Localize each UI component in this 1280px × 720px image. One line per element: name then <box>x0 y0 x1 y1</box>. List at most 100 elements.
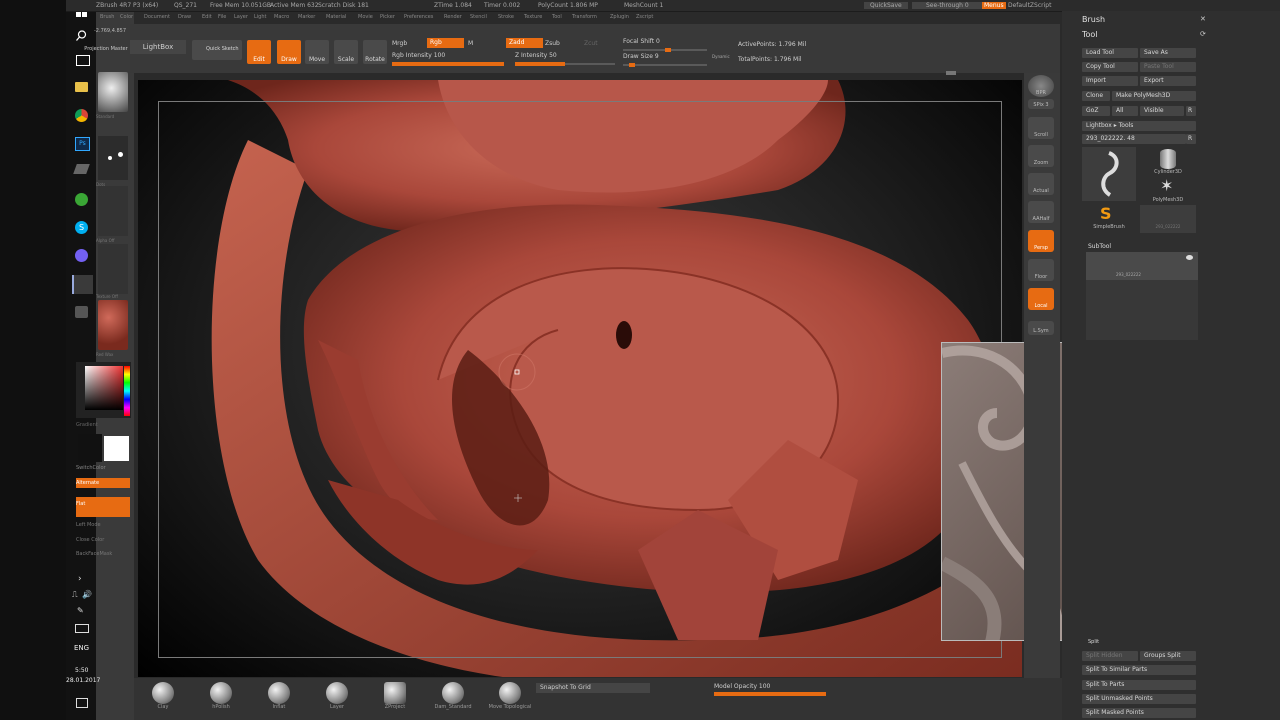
actual-button[interactable]: Actual <box>1028 173 1054 195</box>
visible-button[interactable]: Visible <box>1140 106 1184 116</box>
brush-zproject[interactable]: ZProject <box>374 682 416 710</box>
menu-item-stroke[interactable]: Stroke <box>498 14 514 20</box>
notification-icon[interactable] <box>76 698 88 708</box>
mrgb-button[interactable]: Mrgb <box>392 40 407 47</box>
camera-app-icon[interactable] <box>75 306 88 318</box>
dynamic-button[interactable]: Dynamic <box>712 54 730 59</box>
brush-hpolish[interactable]: hPolish <box>200 682 242 710</box>
bpr-button[interactable]: BPR <box>1028 75 1054 97</box>
menu-item-preferences[interactable]: Preferences <box>404 14 433 20</box>
green-app-icon[interactable] <box>75 193 88 206</box>
menu-item-zplugin[interactable]: Zplugin <box>610 14 629 20</box>
z-intensity-label[interactable]: Z Intensity 50 <box>515 52 557 59</box>
search-icon[interactable] <box>76 30 87 41</box>
main-color-swatch[interactable] <box>78 434 102 462</box>
zsub-button[interactable]: Zsub <box>545 40 560 47</box>
scale-button[interactable]: Scale <box>334 40 358 64</box>
tool-thumb-polymesh[interactable]: ✶ PolyMesh3D <box>1140 177 1196 205</box>
lightbox-button[interactable]: LightBox <box>130 40 186 54</box>
focal-shift-slider[interactable] <box>623 48 707 52</box>
keyboard-icon[interactable] <box>75 624 89 633</box>
clock-time[interactable]: 5:50 <box>75 667 88 674</box>
floor-button[interactable]: Floor <box>1028 259 1054 281</box>
menu-item-document[interactable]: Document <box>144 14 170 20</box>
menu-item-color[interactable]: Color <box>120 14 133 20</box>
import-button[interactable]: Import <box>1082 76 1138 86</box>
all-button[interactable]: All <box>1112 106 1138 116</box>
focal-shift-label[interactable]: Focal Shift 0 <box>623 38 660 45</box>
flat-button[interactable]: Flat <box>76 497 130 517</box>
menu-item-texture[interactable]: Texture <box>524 14 542 20</box>
goz-button[interactable]: GoZ <box>1082 106 1110 116</box>
zcut-button[interactable]: Zcut <box>584 40 598 47</box>
gradient-label[interactable]: Gradient <box>76 422 98 428</box>
pin-icon[interactable]: ⟳ <box>1200 30 1206 38</box>
photoshop-icon[interactable]: Ps <box>75 137 90 151</box>
draw-button[interactable]: Draw <box>277 40 301 64</box>
snapshot-to-grid-button[interactable]: Snapshot To Grid <box>536 683 650 693</box>
save-as-button[interactable]: Save As <box>1140 48 1196 58</box>
move-button[interactable]: Move <box>305 40 329 64</box>
current-tool-r-button[interactable]: R <box>1186 134 1196 144</box>
copy-tool-button[interactable]: Copy Tool <box>1082 62 1138 72</box>
menu-item-material[interactable]: Material <box>326 14 346 20</box>
brush-dam-standard[interactable]: Dam_Standard <box>432 682 474 710</box>
split-title[interactable]: Split <box>1088 639 1099 645</box>
quick-sketch-button[interactable]: Quick Sketch <box>192 40 242 60</box>
rgb-intensity-slider[interactable] <box>392 62 504 66</box>
quicksave-button[interactable]: QuickSave <box>864 2 908 9</box>
lsym-button[interactable]: L.Sym <box>1028 321 1054 335</box>
language-indicator[interactable]: ENG <box>74 644 89 652</box>
menu-item-tool[interactable]: Tool <box>552 14 562 20</box>
spix-button[interactable]: SPix 3 <box>1028 99 1054 109</box>
split-hidden-button[interactable]: Split Hidden <box>1082 651 1138 661</box>
stroke-thumbnail[interactable] <box>98 136 128 180</box>
menus-toggle[interactable]: Menus <box>982 2 1006 9</box>
brush-layer[interactable]: Layer <box>316 682 358 710</box>
secondary-color-swatch[interactable] <box>104 436 129 461</box>
skype-icon[interactable]: S <box>75 221 88 234</box>
menu-item-draw[interactable]: Draw <box>178 14 191 20</box>
current-tool-slider[interactable]: 293_022222. 48 <box>1082 134 1186 144</box>
brush-palette-title[interactable]: Brush <box>1082 15 1105 24</box>
subtool-title[interactable]: SubTool <box>1088 243 1111 250</box>
default-zscript-button[interactable]: DefaultZScript <box>1008 2 1051 9</box>
zoom-button[interactable]: Zoom <box>1028 145 1054 167</box>
chrome-icon[interactable] <box>75 109 88 122</box>
subtool-list[interactable]: 293_022222 <box>1086 252 1198 340</box>
split-to-parts-button[interactable]: Split To Parts <box>1082 680 1196 690</box>
rotate-button[interactable]: Rotate <box>363 40 387 64</box>
scroll-button[interactable]: Scroll <box>1028 117 1054 139</box>
tool-thumb-simplebrush[interactable]: S SimpleBrush <box>1082 205 1136 233</box>
zbrush-taskbar-icon[interactable] <box>73 164 90 174</box>
rgb-intensity-label[interactable]: Rgb Intensity 100 <box>392 52 445 59</box>
chevron-up-icon[interactable]: › <box>78 574 82 584</box>
projection-master-button[interactable]: Projection Master <box>82 46 130 52</box>
menu-item-file[interactable]: File <box>218 14 226 20</box>
pen-icon[interactable]: ✎ <box>77 606 84 615</box>
see-through-slider[interactable]: See-through 0 <box>912 2 983 9</box>
close-icon[interactable]: ✕ <box>1200 15 1206 23</box>
zadd-button[interactable]: Zadd <box>506 38 543 48</box>
groups-split-button[interactable]: Groups Split <box>1140 651 1196 661</box>
menu-item-macro[interactable]: Macro <box>274 14 289 20</box>
split-similar-parts-button[interactable]: Split To Similar Parts <box>1082 665 1196 675</box>
network-icon[interactable]: ⎍ <box>72 590 78 600</box>
menu-item-picker[interactable]: Picker <box>380 14 395 20</box>
backface-mask-button[interactable]: BackFaceMask <box>76 551 112 557</box>
left-mode-button[interactable]: Left Mode <box>76 522 101 528</box>
file-explorer-icon[interactable] <box>75 82 88 92</box>
menu-item-layer[interactable]: Layer <box>234 14 248 20</box>
menu-item-edit[interactable]: Edit <box>202 14 212 20</box>
zbrush-active-icon[interactable] <box>72 275 93 294</box>
menu-item-transform[interactable]: Transform <box>572 14 597 20</box>
menu-item-light[interactable]: Light <box>254 14 266 20</box>
menu-item-render[interactable]: Render <box>444 14 462 20</box>
z-intensity-slider[interactable] <box>515 62 615 66</box>
persp-button[interactable]: Persp <box>1028 230 1054 252</box>
alpha-thumbnail[interactable] <box>98 186 128 236</box>
m-button[interactable]: M <box>468 40 473 47</box>
close-color-button[interactable]: Close Color <box>76 537 104 543</box>
brush-move-topological[interactable]: Move Topological <box>488 682 532 710</box>
task-view-icon[interactable] <box>76 55 90 66</box>
